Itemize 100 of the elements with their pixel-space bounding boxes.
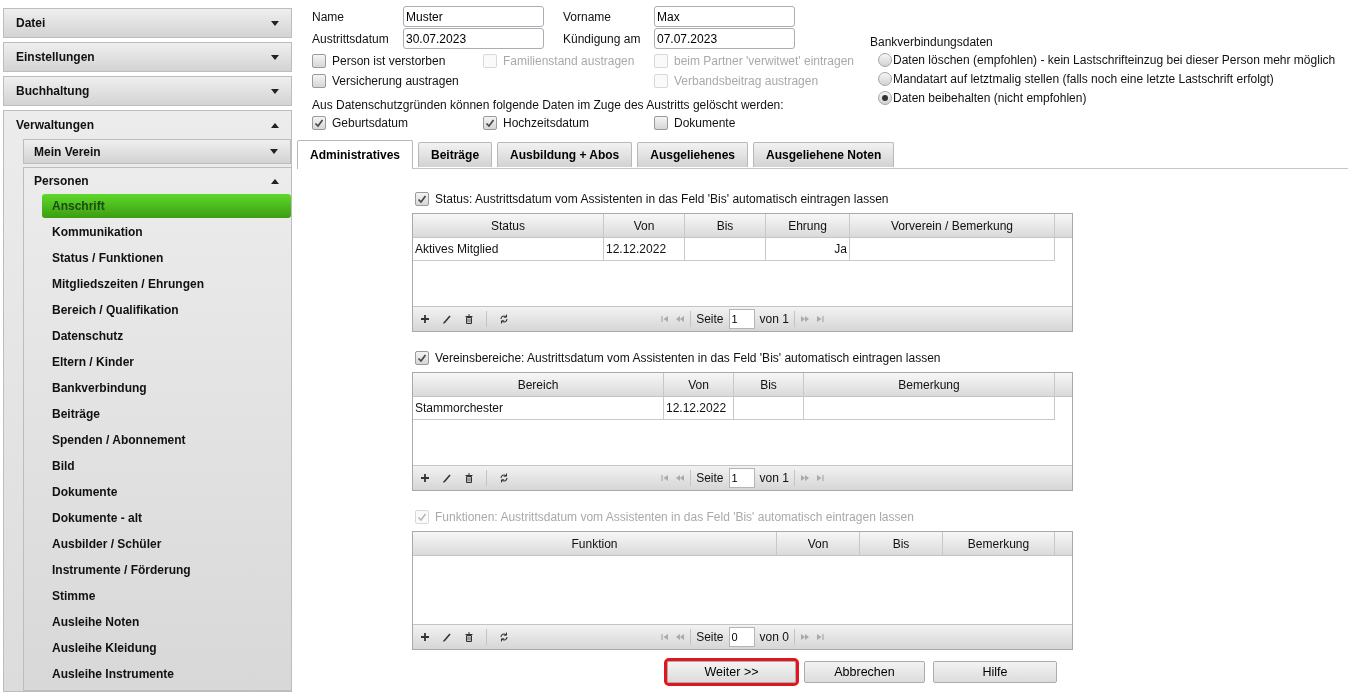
column-header[interactable]: Bis: [685, 214, 766, 237]
column-header[interactable]: Ehrung: [766, 214, 850, 237]
menu-header[interactable]: Verwaltungen: [4, 111, 291, 139]
menu-header[interactable]: Buchhaltung: [3, 76, 292, 106]
plus-icon[interactable]: [420, 314, 430, 324]
section-title: Bankverbindungsdaten: [870, 35, 994, 49]
page-field[interactable]: 1: [728, 468, 755, 488]
menu-header[interactable]: Mein Verein: [23, 139, 291, 164]
tab[interactable]: Administratives: [297, 140, 414, 169]
page-field[interactable]: 0: [728, 627, 755, 647]
text-field[interactable]: Muster: [403, 6, 544, 27]
checkbox-label: Person ist verstorben: [332, 54, 446, 68]
column-header[interactable]: Vorverein / Bemerkung: [850, 214, 1055, 237]
sidebar-item[interactable]: Spenden / Abonnement: [42, 428, 291, 452]
next-page-icon[interactable]: [799, 632, 810, 642]
page-field[interactable]: 1: [728, 309, 755, 329]
trash-icon[interactable]: [464, 473, 474, 483]
radio-button[interactable]: [878, 72, 892, 86]
tab[interactable]: Ausgeliehene Noten: [753, 142, 895, 167]
checkbox[interactable]: [415, 192, 429, 206]
menu-header[interactable]: Datei: [3, 8, 292, 38]
sidebar-item[interactable]: Ausleihe Noten: [42, 610, 291, 634]
first-page-icon[interactable]: [660, 632, 671, 642]
tab[interactable]: Ausgeliehenes: [637, 142, 748, 167]
column-header[interactable]: Bis: [734, 373, 804, 396]
previous-page-icon[interactable]: [675, 314, 686, 324]
next-page-icon[interactable]: [799, 473, 810, 483]
dialog-button[interactable]: Weiter >>: [667, 661, 796, 683]
sidebar-item[interactable]: Kommunikation: [42, 220, 291, 244]
trash-icon[interactable]: [464, 314, 474, 324]
menu-header[interactable]: Einstellungen: [3, 42, 292, 72]
checkbox[interactable]: [312, 74, 326, 88]
tab[interactable]: Ausbildung + Abos: [497, 142, 633, 167]
previous-page-icon[interactable]: [675, 632, 686, 642]
tab[interactable]: Beiträge: [418, 142, 493, 167]
sidebar-item[interactable]: Datenschutz: [42, 324, 291, 348]
checkbox-label: beim Partner 'verwitwet' eintragen: [674, 54, 854, 68]
checkbox[interactable]: [312, 54, 326, 68]
checkbox[interactable]: [483, 116, 497, 130]
sidebar-item[interactable]: Bankverbindung: [42, 376, 291, 400]
sidebar-item[interactable]: Ausleihe Kleidung: [42, 636, 291, 660]
sidebar-item[interactable]: Ausbilder / Schüler: [42, 532, 291, 556]
checkbox-label: Verbandsbeitrag austragen: [674, 74, 819, 88]
column-header[interactable]: Von: [664, 373, 734, 396]
checkbox-label: Familienstand austragen: [503, 54, 635, 68]
column-header[interactable]: Bemerkung: [943, 532, 1055, 555]
previous-page-icon[interactable]: [675, 473, 686, 483]
column-header[interactable]: Von: [604, 214, 685, 237]
checkbox[interactable]: [415, 351, 429, 365]
sidebar-item[interactable]: Eltern / Kinder: [42, 350, 291, 374]
sidebar-item[interactable]: Status / Funktionen: [42, 246, 291, 270]
sidebar-item[interactable]: Beiträge: [42, 402, 291, 426]
field-label: Kündigung am: [563, 31, 642, 46]
dialog-button[interactable]: Abbrechen: [804, 661, 925, 683]
menu-header[interactable]: Personen: [24, 168, 291, 194]
privacy-note: Aus Datenschutzgründen können folgende Daten im Zuge des Austritts gelöscht werden:: [312, 98, 785, 112]
field-label: Austrittsdatum: [312, 31, 390, 46]
pencil-icon[interactable]: [442, 314, 452, 324]
column-header[interactable]: Bemerkung: [804, 373, 1055, 396]
last-page-icon[interactable]: [814, 314, 825, 324]
trash-icon[interactable]: [464, 632, 474, 642]
last-page-icon[interactable]: [814, 632, 825, 642]
checkbox[interactable]: [312, 116, 326, 130]
last-page-icon[interactable]: [814, 473, 825, 483]
text-field[interactable]: Max: [654, 6, 795, 27]
text-field[interactable]: 30.07.2023: [403, 28, 544, 49]
text-field[interactable]: 07.07.2023: [654, 28, 795, 49]
sidebar-item[interactable]: Mitgliedszeiten / Ehrungen: [42, 272, 291, 296]
column-header[interactable]: Von: [777, 532, 860, 555]
sidebar-item[interactable]: Stimme: [42, 584, 291, 608]
plus-icon[interactable]: [420, 632, 430, 642]
refresh-icon[interactable]: [499, 314, 509, 324]
sidebar-item[interactable]: Instrumente / Förderung: [42, 558, 291, 582]
checkbox[interactable]: [654, 116, 668, 130]
refresh-icon[interactable]: [499, 632, 509, 642]
radio-label: Daten beibehalten (nicht empfohlen): [893, 91, 1087, 105]
pencil-icon[interactable]: [442, 632, 452, 642]
column-header[interactable]: Bereich: [413, 373, 664, 396]
first-page-icon[interactable]: [660, 473, 671, 483]
dialog-button[interactable]: Hilfe: [933, 661, 1057, 683]
sidebar-item[interactable]: Ausleihe Instrumente: [42, 662, 291, 686]
sidebar-item[interactable]: Anschrift: [42, 194, 291, 218]
next-page-icon[interactable]: [799, 314, 810, 324]
sidebar-item[interactable]: Dokumente - alt: [42, 506, 291, 530]
pager-label: Seite: [696, 471, 724, 485]
column-header[interactable]: Status: [413, 214, 604, 237]
column-header[interactable]: Bis: [860, 532, 943, 555]
sidebar-item[interactable]: Bereich / Qualifikation: [42, 298, 291, 322]
radio-label: Mandatart auf letztmalig stellen (falls noch eine letzte Lastschrift erfolgt): [893, 72, 1274, 86]
pencil-icon[interactable]: [442, 473, 452, 483]
first-page-icon[interactable]: [660, 314, 671, 324]
plus-icon[interactable]: [420, 473, 430, 483]
sidebar-item[interactable]: Dokumente: [42, 480, 291, 504]
field-label: Name: [312, 9, 345, 24]
radio-button[interactable]: [878, 53, 892, 67]
pager-label: Seite: [696, 630, 724, 644]
radio-button[interactable]: [878, 91, 892, 105]
refresh-icon[interactable]: [499, 473, 509, 483]
sidebar-item[interactable]: Bild: [42, 454, 291, 478]
column-header[interactable]: Funktion: [413, 532, 777, 555]
